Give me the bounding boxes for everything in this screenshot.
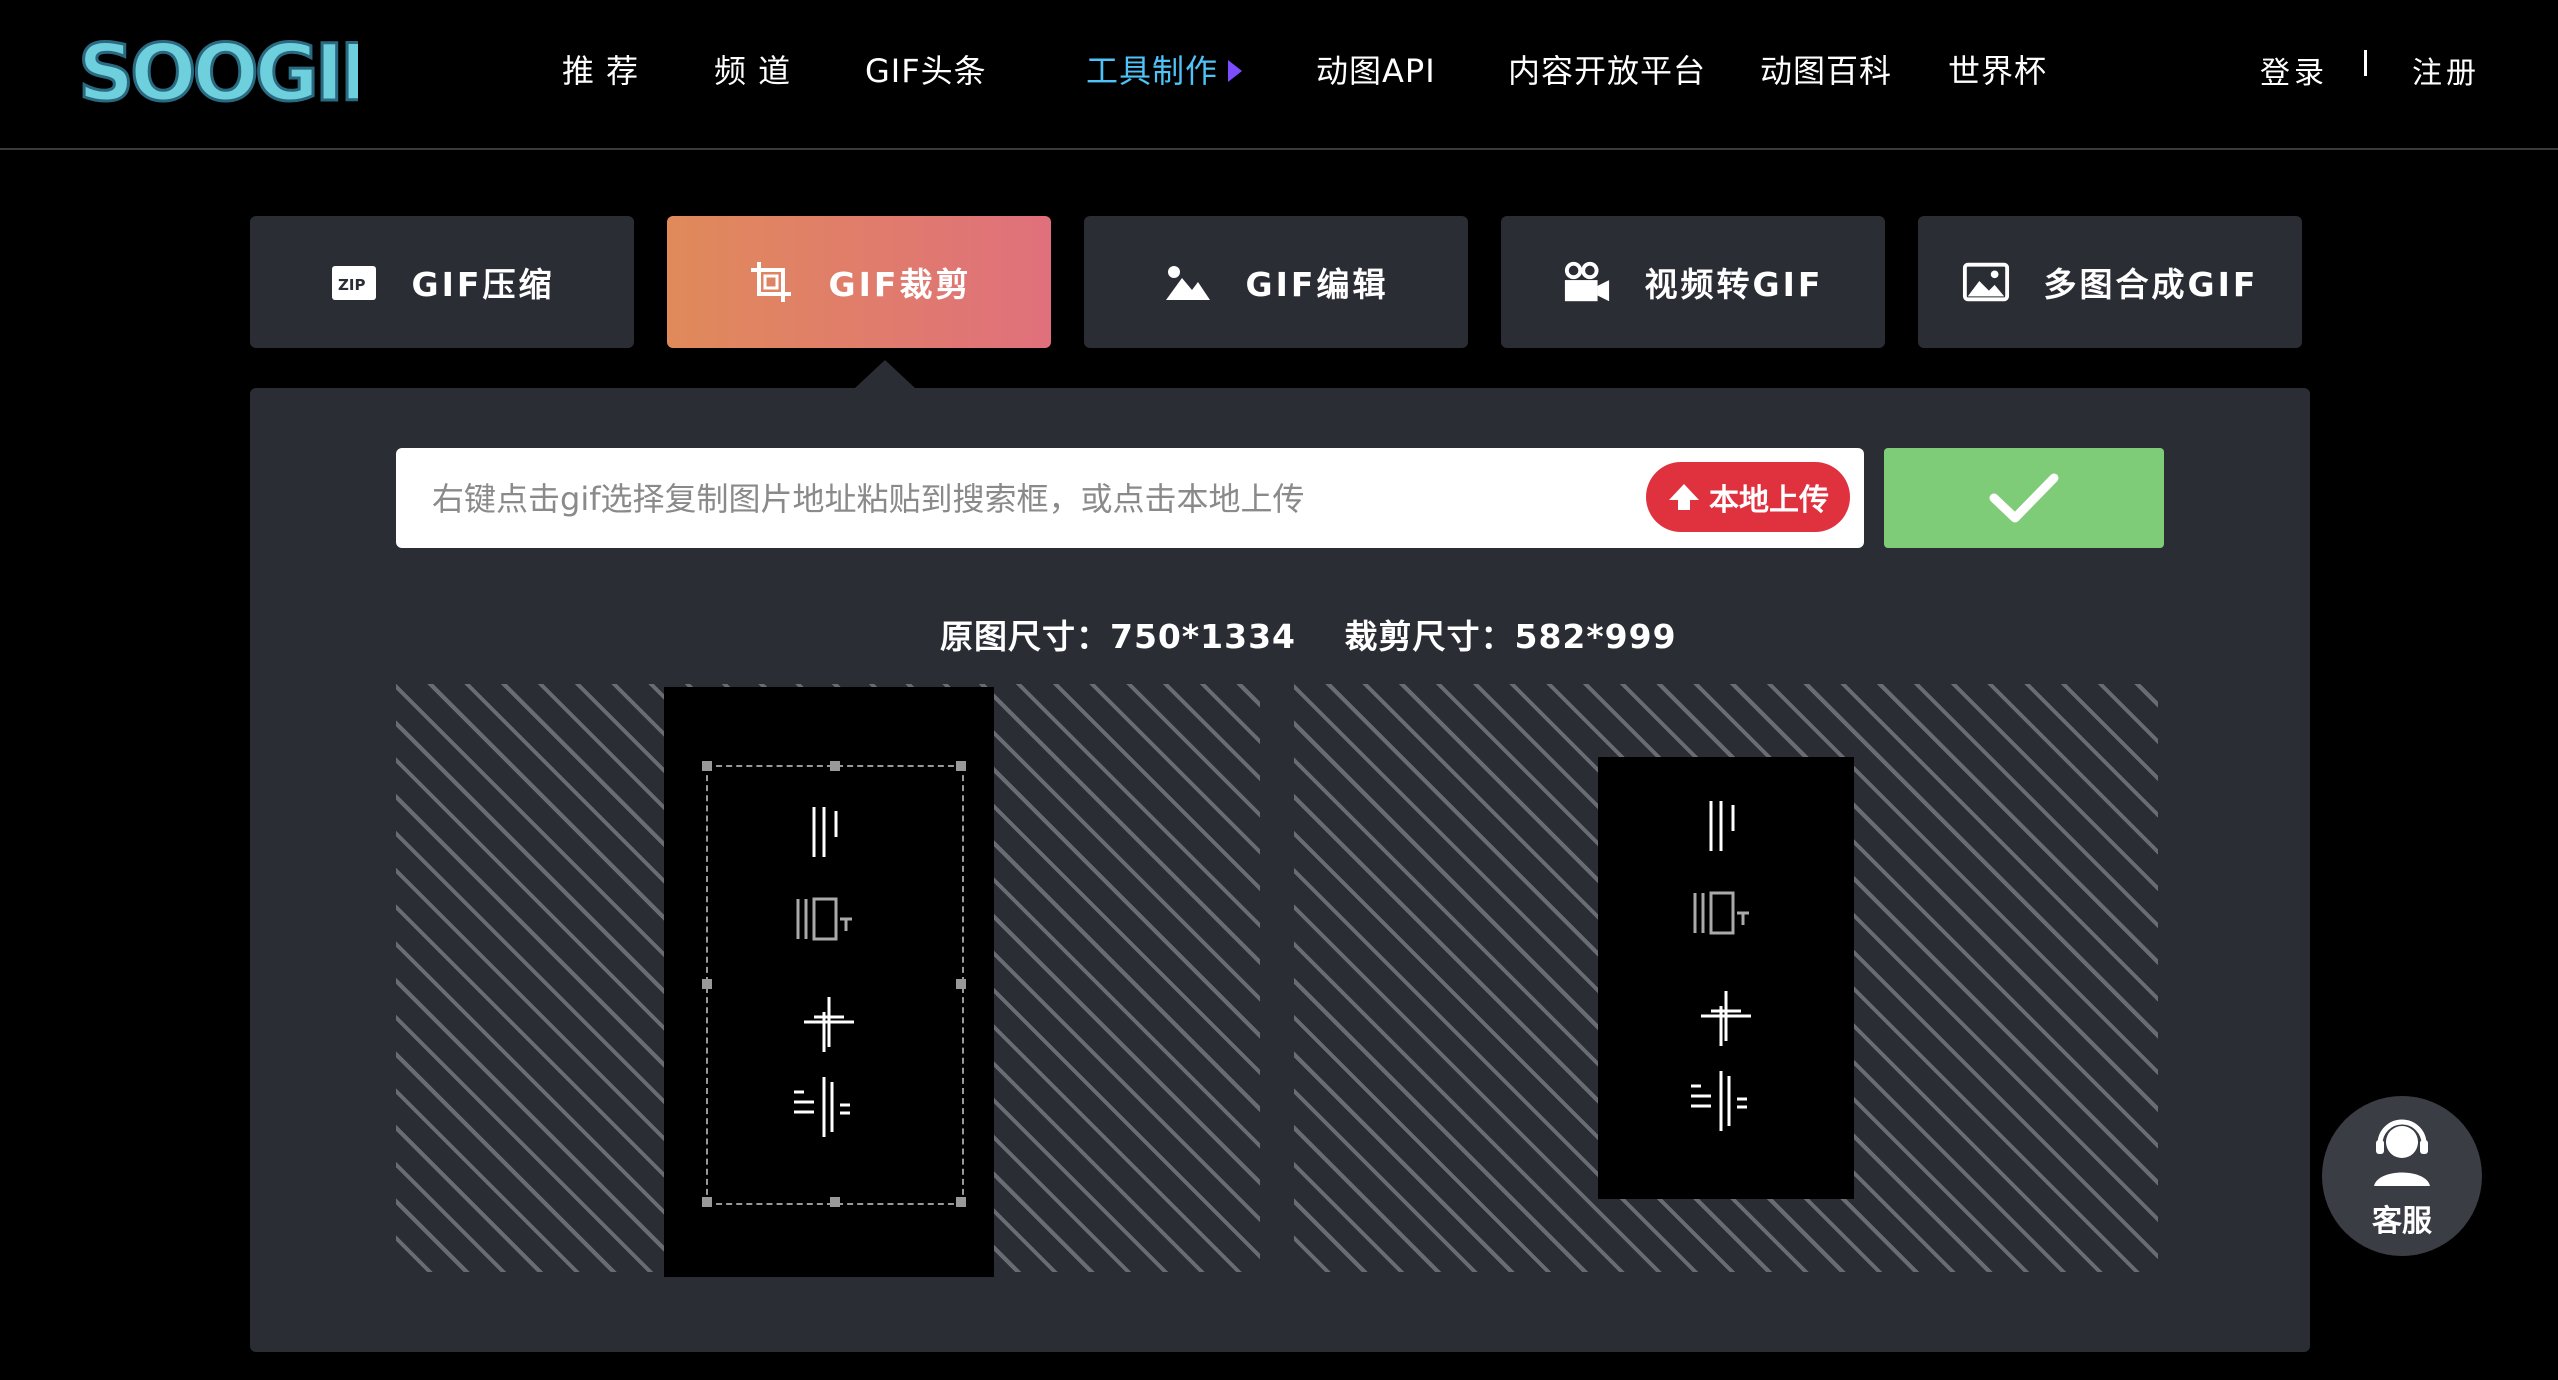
crop-icon xyxy=(747,260,795,304)
register-link[interactable]: 注册 xyxy=(2412,48,2480,92)
size-info: 原图尺寸：750*1334 裁剪尺寸：582*999 xyxy=(940,610,1713,658)
tab-label: 视频转GIF xyxy=(1644,265,1824,304)
crop-editor-stage[interactable] xyxy=(396,684,1260,1277)
images-icon xyxy=(1962,260,2010,304)
crop-handle-tr[interactable] xyxy=(956,761,966,771)
active-tab-pointer xyxy=(855,360,915,388)
crop-handle-t[interactable] xyxy=(830,761,840,771)
local-upload-button[interactable]: 本地上传 xyxy=(1646,462,1850,532)
nav-tools-label: 工具制作 xyxy=(1086,52,1219,90)
tab-label: GIF压缩 xyxy=(411,265,555,304)
tab-label: 多图合成GIF xyxy=(2043,265,2259,304)
tab-gif-compress[interactable]: ZIP GIF压缩 xyxy=(250,216,634,348)
headset-icon xyxy=(2374,1119,2430,1186)
soogif-logo[interactable]: SOOGIF xyxy=(78,22,358,119)
tab-gif-crop[interactable]: GIF裁剪 xyxy=(667,216,1051,348)
crop-handle-l[interactable] xyxy=(702,979,712,989)
login-link[interactable]: 登录 xyxy=(2260,48,2328,92)
nav-encyclopedia[interactable]: 动图百科 xyxy=(1760,46,1892,92)
result-glyphs xyxy=(1691,801,1751,1131)
nav-gif-headlines[interactable]: GIF头条 xyxy=(865,46,987,92)
nav-recommend[interactable]: 推 荐 xyxy=(562,46,639,92)
crop-handle-b[interactable] xyxy=(830,1197,840,1207)
crop-handle-bl[interactable] xyxy=(702,1197,712,1207)
original-size: 原图尺寸：750*1334 xyxy=(940,617,1296,656)
tab-gif-edit[interactable]: GIF编辑 xyxy=(1084,216,1468,348)
crop-handle-tl[interactable] xyxy=(702,761,712,771)
nav-arrow-icon xyxy=(1228,60,1243,82)
auth-divider xyxy=(2364,50,2367,76)
crop-handle-r[interactable] xyxy=(956,979,966,989)
crop-handle-br[interactable] xyxy=(956,1197,966,1207)
gif-url-input[interactable] xyxy=(430,448,1674,550)
upload-label: 本地上传 xyxy=(1709,483,1829,518)
nav-world-cup[interactable]: 世界杯 xyxy=(1948,46,2047,92)
preview-glyphs xyxy=(794,807,854,1137)
svg-text:ZIP: ZIP xyxy=(338,276,365,294)
confirm-button[interactable] xyxy=(1884,448,2164,548)
crop-size: 裁剪尺寸：582*999 xyxy=(1344,617,1677,656)
top-header: SOOGIF 推 荐 频 道 GIF头条 工具制作 动图API 内容开放平台 动… xyxy=(0,0,2558,150)
tool-tabs: ZIP GIF压缩 GIF裁剪 GIF编辑 视频转GIF 多图合成GIF xyxy=(250,216,2310,348)
video-camera-icon xyxy=(1563,260,1611,304)
tab-label: GIF编辑 xyxy=(1245,265,1389,304)
zip-file-icon: ZIP xyxy=(330,260,378,304)
upload-icon xyxy=(1669,484,1699,510)
tab-label: GIF裁剪 xyxy=(828,265,972,304)
cropped-gif-preview xyxy=(1598,757,1854,1199)
nav-api[interactable]: 动图API xyxy=(1316,46,1436,92)
tab-multi-image-gif[interactable]: 多图合成GIF xyxy=(1918,216,2302,348)
customer-service-button[interactable]: 客服 xyxy=(2322,1096,2482,1256)
nav-channel[interactable]: 频 道 xyxy=(714,46,791,92)
nav-tools[interactable]: 工具制作 xyxy=(1086,46,1243,92)
source-gif-preview xyxy=(664,687,994,1277)
nav-open-platform[interactable]: 内容开放平台 xyxy=(1508,46,1706,92)
image-edit-icon xyxy=(1164,260,1212,304)
tab-video-to-gif[interactable]: 视频转GIF xyxy=(1501,216,1885,348)
svg-text:SOOGIF: SOOGIF xyxy=(78,29,358,118)
url-search-bar: 本地上传 xyxy=(396,448,1864,550)
crop-result-stage xyxy=(1294,684,2158,1272)
checkmark-icon xyxy=(1989,473,2059,523)
customer-service-label: 客服 xyxy=(2372,1204,2432,1239)
